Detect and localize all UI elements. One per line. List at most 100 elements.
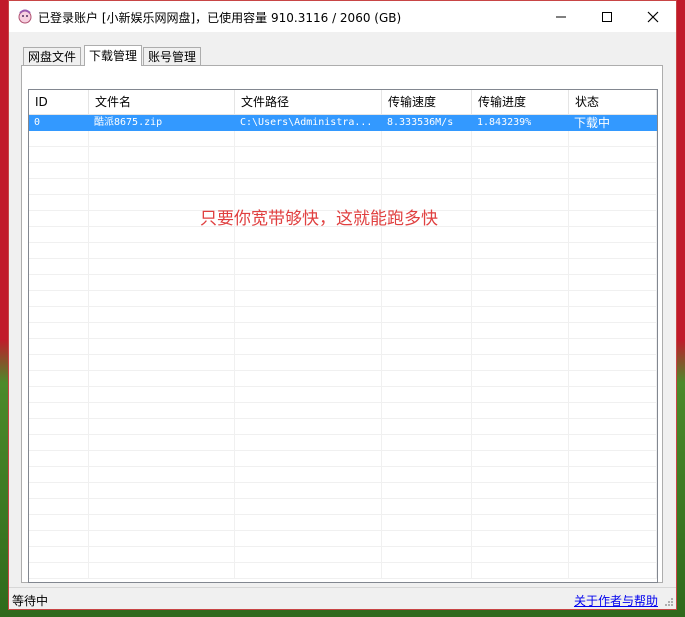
- empty-cell: [89, 147, 235, 163]
- empty-cell: [235, 467, 382, 483]
- minimize-button[interactable]: [538, 1, 584, 32]
- empty-cell: [472, 179, 569, 195]
- empty-cell: [472, 339, 569, 355]
- column-header-status[interactable]: 状态: [569, 90, 657, 114]
- empty-cell: [29, 227, 89, 243]
- tab-cloud-files[interactable]: 网盘文件: [23, 47, 82, 65]
- empty-cell: [235, 515, 382, 531]
- empty-cell: [29, 147, 89, 163]
- empty-row: [29, 451, 657, 467]
- column-header-path[interactable]: 文件路径: [235, 90, 382, 114]
- download-manager-panel: ID 文件名 文件路径 传输速度 传输进度 状态 0 酷派8675.zip C:…: [21, 65, 663, 583]
- cell-id: 0: [29, 115, 89, 131]
- resize-grip-icon[interactable]: [664, 597, 674, 607]
- empty-cell: [569, 163, 657, 179]
- maximize-button[interactable]: [584, 1, 630, 32]
- empty-row: [29, 259, 657, 275]
- empty-cell: [472, 243, 569, 259]
- empty-cell: [235, 419, 382, 435]
- tab-account-manager[interactable]: 账号管理: [143, 47, 202, 65]
- empty-cell: [89, 323, 235, 339]
- empty-cell: [382, 131, 472, 147]
- cell-speed: 8.333536M/s: [382, 115, 472, 131]
- window-title: 已登录账户 [小新娱乐网网盘]，已使用容量 910.3116 / 2060 (G…: [38, 11, 402, 25]
- annotation-text: 只要你宽带够快，这就能跑多快: [200, 209, 438, 229]
- empty-cell: [569, 227, 657, 243]
- empty-cell: [235, 403, 382, 419]
- empty-cell: [569, 499, 657, 515]
- empty-cell: [235, 531, 382, 547]
- empty-cell: [29, 163, 89, 179]
- empty-cell: [569, 435, 657, 451]
- cell-filename: 酷派8675.zip: [89, 115, 235, 131]
- empty-cell: [569, 323, 657, 339]
- empty-cell: [235, 339, 382, 355]
- tab-download-manager[interactable]: 下载管理: [84, 45, 143, 66]
- empty-cell: [472, 515, 569, 531]
- column-header-id[interactable]: ID: [29, 90, 89, 114]
- empty-row: [29, 371, 657, 387]
- empty-row: [29, 547, 657, 563]
- empty-cell: [569, 467, 657, 483]
- empty-cell: [235, 131, 382, 147]
- status-text: 等待中: [12, 594, 49, 608]
- empty-cell: [29, 275, 89, 291]
- empty-cell: [29, 323, 89, 339]
- empty-cell: [235, 451, 382, 467]
- empty-cell: [89, 515, 235, 531]
- about-help-link[interactable]: 关于作者与帮助: [574, 592, 658, 609]
- empty-cell: [89, 339, 235, 355]
- empty-cell: [29, 483, 89, 499]
- empty-cell: [472, 387, 569, 403]
- empty-cell: [29, 563, 89, 579]
- empty-cell: [569, 355, 657, 371]
- empty-row: [29, 467, 657, 483]
- empty-cell: [89, 371, 235, 387]
- empty-cell: [382, 355, 472, 371]
- empty-cell: [29, 515, 89, 531]
- empty-cell: [569, 387, 657, 403]
- empty-cell: [235, 179, 382, 195]
- close-button[interactable]: [630, 1, 676, 32]
- empty-cell: [382, 451, 472, 467]
- empty-row: [29, 227, 657, 243]
- table-row[interactable]: 0 酷派8675.zip C:\Users\Administra... 8.33…: [29, 115, 657, 131]
- empty-cell: [89, 451, 235, 467]
- column-header-progress[interactable]: 传输进度: [472, 90, 569, 114]
- empty-cell: [569, 371, 657, 387]
- empty-cell: [569, 131, 657, 147]
- column-header-filename[interactable]: 文件名: [89, 90, 235, 114]
- empty-cell: [472, 195, 569, 211]
- empty-cell: [29, 259, 89, 275]
- empty-row: [29, 435, 657, 451]
- empty-cell: [89, 403, 235, 419]
- empty-cell: [29, 435, 89, 451]
- empty-cell: [29, 211, 89, 227]
- empty-cell: [235, 259, 382, 275]
- empty-cell: [472, 403, 569, 419]
- empty-cell: [29, 179, 89, 195]
- title-bar[interactable]: 已登录账户 [小新娱乐网网盘]，已使用容量 910.3116 / 2060 (G…: [9, 1, 676, 32]
- empty-row: [29, 243, 657, 259]
- empty-cell: [235, 147, 382, 163]
- empty-cell: [89, 531, 235, 547]
- empty-cell: [569, 243, 657, 259]
- empty-cell: [382, 483, 472, 499]
- empty-cell: [472, 227, 569, 243]
- empty-cell: [29, 355, 89, 371]
- empty-cell: [472, 355, 569, 371]
- empty-cell: [29, 195, 89, 211]
- empty-cell: [569, 419, 657, 435]
- empty-cell: [235, 307, 382, 323]
- empty-cell: [89, 163, 235, 179]
- empty-cell: [472, 163, 569, 179]
- empty-cell: [472, 451, 569, 467]
- empty-cell: [29, 387, 89, 403]
- close-icon: [647, 11, 659, 22]
- empty-cell: [89, 419, 235, 435]
- column-header-speed[interactable]: 传输速度: [382, 90, 472, 114]
- download-list[interactable]: ID 文件名 文件路径 传输速度 传输进度 状态 0 酷派8675.zip C:…: [28, 89, 658, 583]
- empty-cell: [569, 195, 657, 211]
- empty-row: [29, 147, 657, 163]
- empty-cell: [569, 179, 657, 195]
